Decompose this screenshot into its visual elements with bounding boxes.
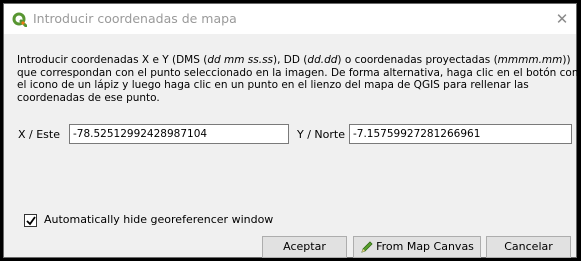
- dialog-window: Introducir coordenadas de mapa ✕ Introdu…: [3, 3, 579, 258]
- y-label: Y / Norte: [297, 128, 345, 141]
- close-icon[interactable]: ✕: [553, 10, 571, 28]
- auto-hide-checkbox[interactable]: [24, 214, 37, 227]
- instructions-line-1: Introducir coordenadas X e Y (DMS (dd mm…: [17, 54, 571, 66]
- qgis-logo-icon: [12, 12, 28, 28]
- accept-label: Aceptar: [283, 240, 326, 253]
- checkmark-icon: [26, 216, 36, 226]
- cancel-button[interactable]: Cancelar: [486, 236, 571, 258]
- y-coordinate-input[interactable]: [349, 124, 572, 144]
- screenshot-frame: Introducir coordenadas de mapa ✕ Introdu…: [0, 0, 581, 261]
- accept-button[interactable]: Aceptar: [262, 236, 347, 258]
- x-coordinate-input[interactable]: [69, 124, 289, 144]
- cancel-label: Cancelar: [504, 240, 553, 253]
- instructions-line-2: que correspondan con el punto selecciona…: [17, 66, 579, 79]
- instructions-line-4: coordenadas de ese punto.: [17, 91, 160, 104]
- instructions-line-3: el icono de un lápiz y luego haga clic e…: [17, 79, 529, 92]
- title-bar: Introducir coordenadas de mapa ✕: [4, 4, 576, 34]
- window-title: Introducir coordenadas de mapa: [33, 11, 237, 26]
- from-map-canvas-label: From Map Canvas: [376, 240, 474, 253]
- x-label: X / Este: [18, 128, 60, 141]
- instructions-text: Introducir coordenadas X e Y (DMS (dd mm…: [17, 54, 579, 104]
- auto-hide-label[interactable]: Automatically hide georeferencer window: [44, 213, 273, 226]
- from-map-canvas-button[interactable]: From Map Canvas: [353, 236, 481, 258]
- pencil-icon: [360, 240, 374, 261]
